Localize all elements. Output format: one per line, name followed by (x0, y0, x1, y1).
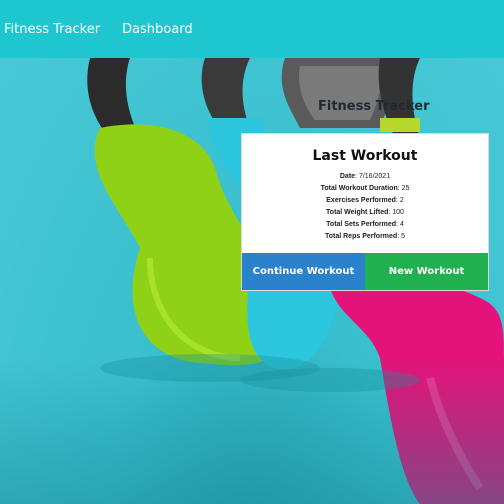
stat-date: Date: 7/16/2021 (339, 173, 391, 180)
page-title: Fitness Tracker (318, 99, 430, 114)
stat-value: 5 (401, 233, 405, 240)
stat-label: Total Reps Performed (324, 233, 398, 240)
stat-value: 2 (399, 197, 404, 204)
stat-value: 100 (392, 209, 404, 216)
card-title: Last Workout (312, 148, 418, 164)
stat-value: 25 (401, 185, 410, 192)
card-actions: Continue Workout New Workout (242, 253, 488, 290)
stat-duration: Total Workout Duration: 25 (320, 185, 410, 192)
stat-exercises: Exercises Performed: 2 (326, 197, 404, 204)
stat-label: Total Sets Performed (326, 221, 397, 228)
last-workout-card: Last Workout Date: 7/16/2021 Total Worko… (241, 133, 489, 291)
brand-link[interactable]: Fitness Tracker (4, 22, 100, 37)
stat-reps: Total Reps Performed: 5 (324, 233, 405, 240)
stat-label: Date (339, 173, 356, 180)
top-navbar: Fitness Tracker Dashboard (0, 0, 504, 58)
stat-label: Total Workout Duration (320, 185, 398, 192)
stat-value: 4 (399, 221, 404, 228)
continue-workout-button[interactable]: Continue Workout (242, 253, 365, 290)
stat-label: Total Weight Lifted (326, 209, 389, 216)
stat-value: 7/16/2021 (358, 173, 391, 180)
dashboard-link[interactable]: Dashboard (122, 22, 193, 37)
stat-sets: Total Sets Performed: 4 (326, 221, 404, 228)
floor-shade (0, 358, 504, 504)
stat-label: Exercises Performed (326, 197, 396, 204)
new-workout-button[interactable]: New Workout (365, 253, 488, 290)
stat-weight: Total Weight Lifted: 100 (326, 209, 404, 216)
